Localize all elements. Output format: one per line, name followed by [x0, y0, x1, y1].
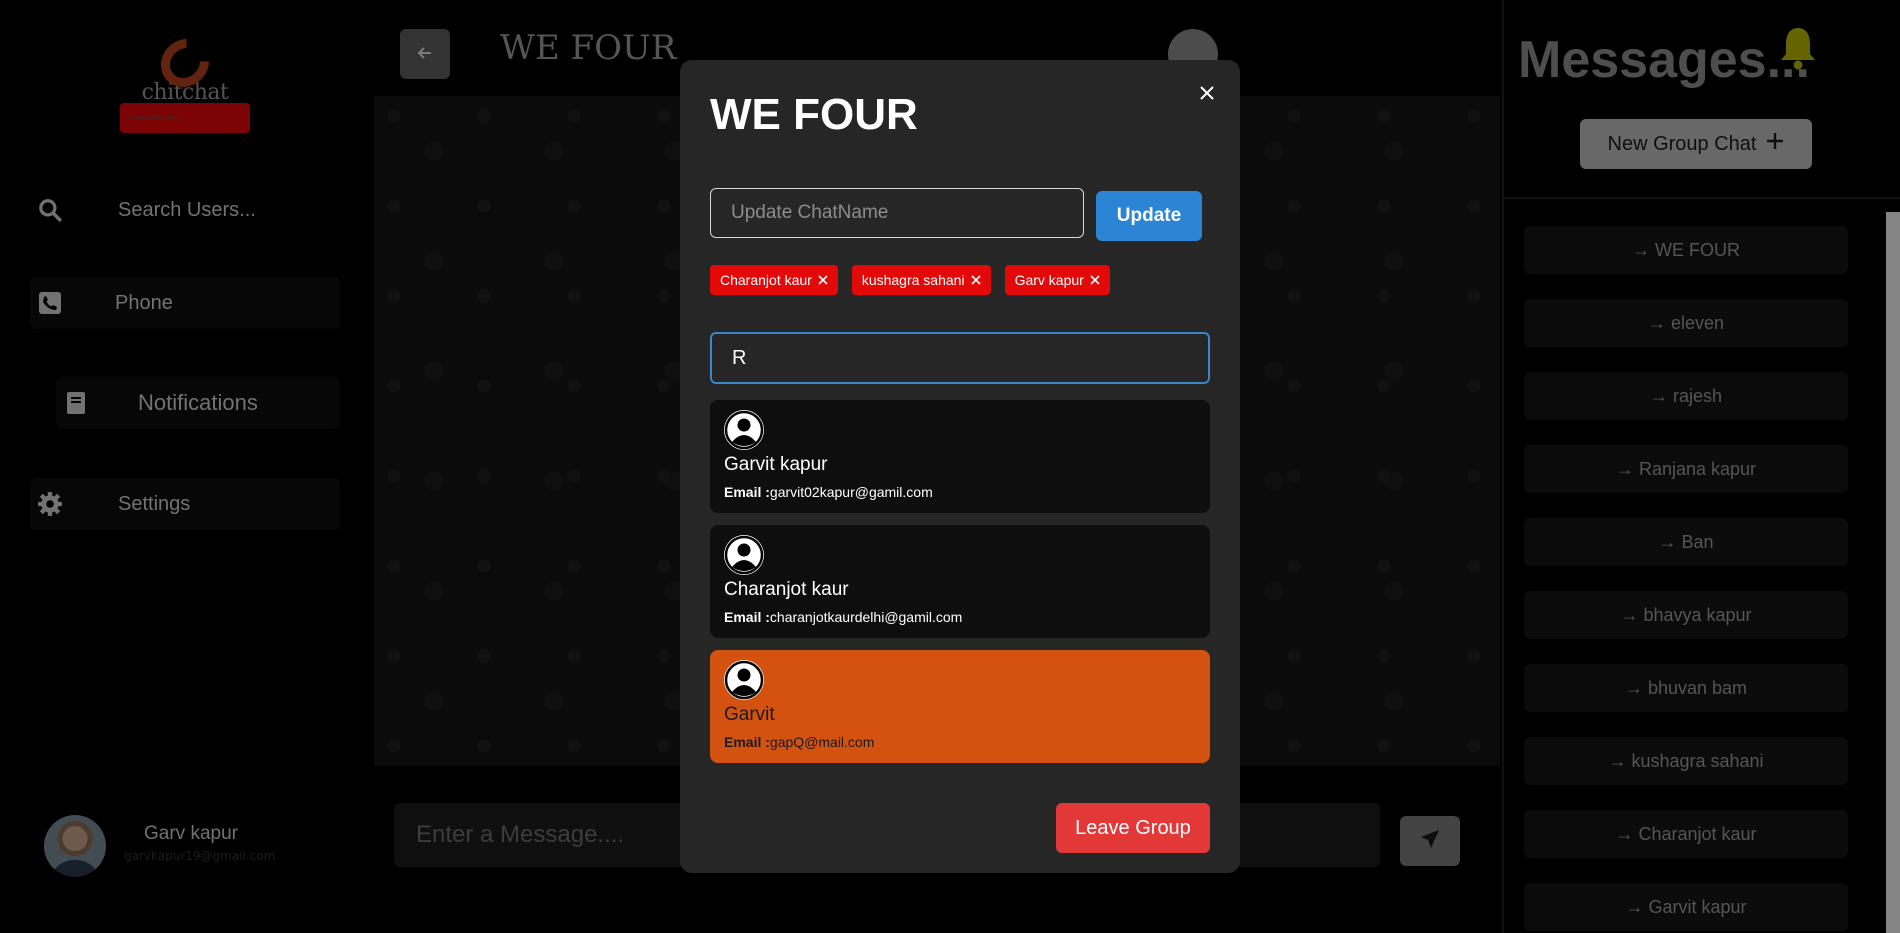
leave-group-button[interactable]: Leave Group — [1056, 803, 1210, 853]
member-tags: Charanjot kaur kushagra sahani Garv kapu… — [710, 265, 1110, 295]
app-root: chitchat chapter given here Search Users… — [0, 0, 1900, 933]
search-result-item[interactable]: Charanjot kaur Email :charanjotkaurdelhi… — [710, 525, 1210, 638]
modal-title: WE FOUR — [710, 90, 918, 139]
add-user-search-input[interactable] — [710, 332, 1210, 384]
update-button[interactable]: Update — [1096, 191, 1202, 241]
result-name: Garvit kapur — [724, 454, 828, 475]
search-results: Garvit kapur Email :garvit02kapur@gamil.… — [710, 400, 1210, 775]
result-email: Email :garvit02kapur@gamil.com — [724, 484, 933, 500]
search-result-item-highlighted[interactable]: Garvit Email :gapQ@mail.com — [710, 650, 1210, 763]
result-name: Garvit — [724, 704, 775, 725]
result-email: Email :charanjotkaurdelhi@gamil.com — [724, 609, 963, 625]
result-name: Charanjot kaur — [724, 579, 849, 600]
member-tag: kushagra sahani — [851, 265, 991, 295]
close-button[interactable] — [1192, 80, 1222, 110]
group-settings-modal: WE FOUR Update Charanjot kaur kushagra s… — [680, 60, 1240, 873]
user-avatar-icon — [724, 410, 764, 450]
search-result-item[interactable]: Garvit kapur Email :garvit02kapur@gamil.… — [710, 400, 1210, 513]
member-tag: Garv kapur — [1004, 265, 1110, 295]
remove-member-icon[interactable] — [818, 272, 828, 288]
member-tag: Charanjot kaur — [710, 265, 838, 295]
chat-name-input[interactable] — [710, 188, 1084, 238]
user-avatar-icon — [724, 660, 764, 700]
close-icon — [1199, 85, 1215, 105]
remove-member-icon[interactable] — [971, 272, 981, 288]
result-email: Email :gapQ@mail.com — [724, 734, 875, 750]
remove-member-icon[interactable] — [1090, 272, 1100, 288]
user-avatar-icon — [724, 535, 764, 575]
